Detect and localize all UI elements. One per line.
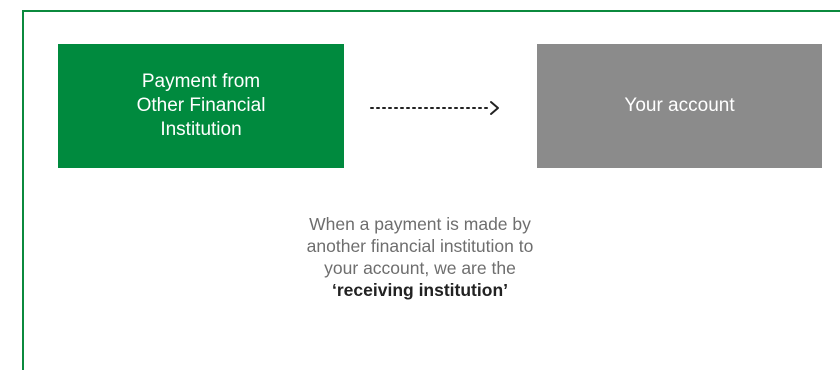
caption-text: When a payment is made by another financ…	[240, 213, 600, 301]
your-account-box: Your account	[537, 44, 822, 168]
source-institution-box: Payment from Other Financial Institution	[58, 44, 344, 168]
caption-line: your account, we are the	[324, 258, 516, 278]
dotted-arrow-right-icon	[370, 101, 499, 115]
source-institution-label: Payment from Other Financial Institution	[136, 71, 266, 140]
receiving-institution-emphasis: ‘receiving institution’	[332, 280, 508, 300]
caption-line: another financial institution to	[306, 236, 534, 256]
your-account-label: Your account	[624, 95, 735, 116]
caption-line: When a payment is made by	[309, 214, 531, 234]
